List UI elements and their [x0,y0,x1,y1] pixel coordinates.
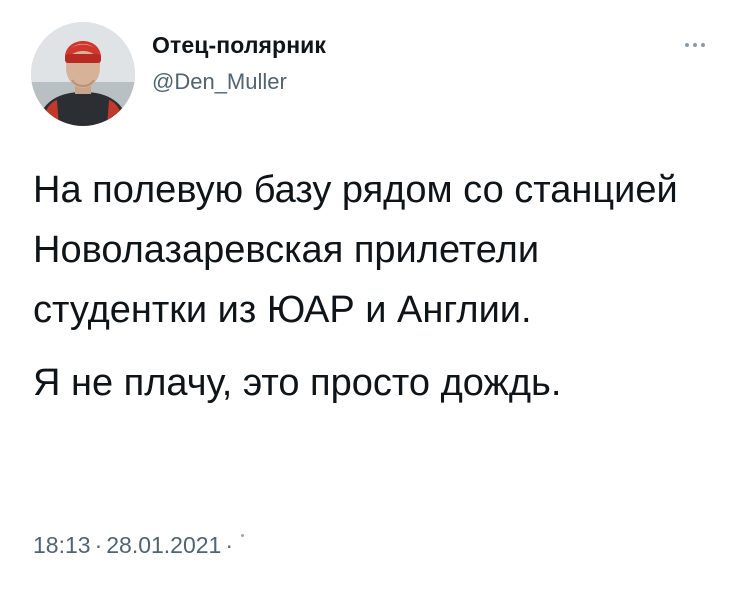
meta-separator: · [94,532,103,558]
more-horizontal-icon-dot [693,43,697,47]
truncated-source-mark [241,534,245,537]
tweet-time[interactable]: 18:13 [33,532,91,558]
tweet-meta: 18:13 · 28.01.2021 · [33,532,245,559]
meta-separator: · [225,532,234,558]
more-horizontal-icon [685,43,689,47]
tweet-text: На полевую базу рядом со станцией Новола… [33,160,723,413]
author-display-name[interactable]: Отец-полярник [152,32,326,59]
more-horizontal-icon-dot [701,43,705,47]
tweet-date[interactable]: 28.01.2021 [106,532,221,558]
tweet-paragraph: Я не плачу, это просто дождь. [33,362,562,404]
avatar[interactable] [31,22,135,126]
author-handle[interactable]: @Den_Muller [152,69,287,95]
avatar-photo [31,22,135,126]
more-options-button[interactable] [676,34,714,56]
tweet-card: Отец-полярник @Den_Muller На полевую баз… [0,0,750,592]
tweet-paragraph: На полевую базу рядом со станцией Новола… [33,169,678,331]
